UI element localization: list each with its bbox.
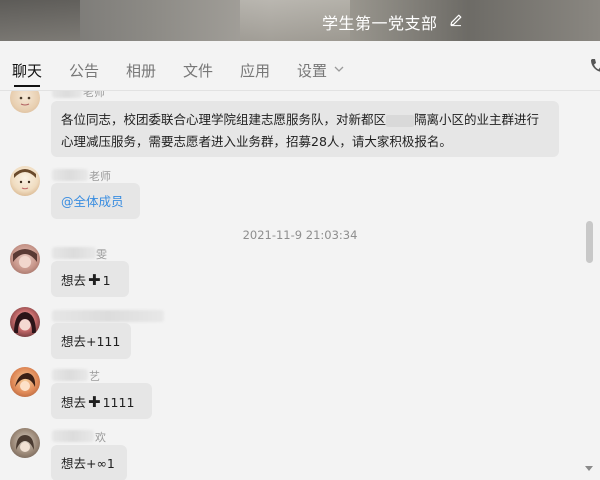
chevron-down-icon[interactable] xyxy=(333,64,345,74)
message-timestamp: 2021-11-9 21:03:34 xyxy=(242,228,358,242)
sender-name-redacted xyxy=(52,430,94,442)
pencil-icon[interactable] xyxy=(448,12,464,28)
active-tab-indicator xyxy=(14,85,40,87)
message-bubble[interactable]: 想去 ✚ 1 xyxy=(51,261,129,297)
resize-grip-icon[interactable] xyxy=(584,463,594,473)
avatar[interactable] xyxy=(10,307,40,337)
message-text: 各位同志，校团委联合心理学院组建志愿服务队，对新都区 xyxy=(61,112,387,127)
banner-background-left xyxy=(0,0,80,41)
message-text: 隔离小区的业主群进行 xyxy=(414,112,540,127)
message-text: 1111 xyxy=(102,395,135,410)
redacted-text xyxy=(386,114,415,127)
tab-bar: 聊天 公告 相册 文件 应用 设置 xyxy=(0,41,600,91)
message-text: 想去+111 xyxy=(61,334,121,349)
tab-apps[interactable]: 应用 xyxy=(240,60,270,81)
tab-files[interactable]: 文件 xyxy=(183,60,213,81)
heavy-plus-icon: ✚ xyxy=(88,393,101,411)
message-text: 1 xyxy=(102,273,111,288)
avatar[interactable] xyxy=(10,166,40,196)
tab-album[interactable]: 相册 xyxy=(126,60,156,81)
message-bubble[interactable]: @全体成员 xyxy=(51,183,140,219)
message-bubble[interactable]: 想去+∞1 xyxy=(51,445,127,480)
sender-name-redacted xyxy=(52,369,88,381)
avatar[interactable] xyxy=(10,91,40,113)
sender-name: 雯 xyxy=(96,248,107,261)
message-bubble[interactable]: 各位同志，校团委联合心理学院组建志愿服务队，对新都区 隔离小区的业主群进行 心理减… xyxy=(51,101,559,157)
tab-settings[interactable]: 设置 xyxy=(297,60,327,81)
message-text: 心理减压服务，需要志愿者进入业务群，招募28人，请大家积极报名。 xyxy=(61,134,452,149)
message-bubble[interactable]: 想去+111 xyxy=(51,323,131,359)
message-text: 想去 xyxy=(61,273,87,288)
sender-name-redacted xyxy=(52,169,88,181)
sender-name: 老师 xyxy=(89,170,111,183)
avatar[interactable] xyxy=(10,428,40,458)
message-text: 想去 xyxy=(61,395,87,410)
message-text: 想去+∞1 xyxy=(61,456,115,471)
sender-name-redacted xyxy=(52,310,164,322)
mention-all-link[interactable]: @全体成员 xyxy=(61,194,124,209)
sender-name-redacted xyxy=(52,91,82,98)
group-title: 学生第一党支部 xyxy=(322,14,438,33)
message-bubble[interactable]: 想去 ✚ 1111 xyxy=(51,383,152,419)
avatar[interactable] xyxy=(10,244,40,274)
chat-scrollbar-thumb[interactable] xyxy=(586,221,593,263)
tab-announcements[interactable]: 公告 xyxy=(69,60,99,81)
phone-icon[interactable] xyxy=(588,57,600,75)
sender-name: 欢 xyxy=(95,431,106,444)
tab-chat[interactable]: 聊天 xyxy=(12,60,42,81)
sender-name-redacted xyxy=(52,247,96,259)
group-header-banner: 学生第一党支部 xyxy=(0,0,600,41)
chat-message-list[interactable]: 老师 各位同志，校团委联合心理学院组建志愿服务队，对新都区 隔离小区的业主群进行 … xyxy=(0,91,600,480)
avatar[interactable] xyxy=(10,367,40,397)
sender-name: 老师 xyxy=(83,91,105,99)
heavy-plus-icon: ✚ xyxy=(88,271,101,289)
sender-name: 艺 xyxy=(89,370,100,383)
